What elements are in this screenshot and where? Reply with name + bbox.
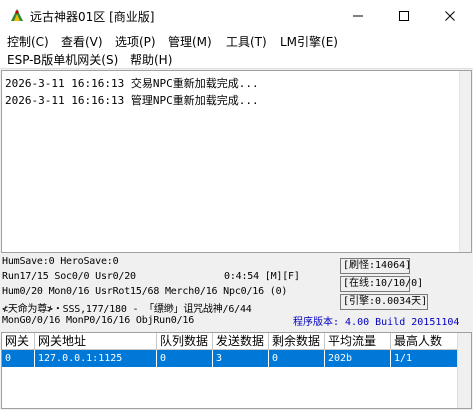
table-cell: 202b: [325, 350, 391, 367]
uptime-text: 0:4:54 [M][F]: [224, 271, 300, 282]
table-cell: 0: [157, 350, 213, 367]
menu-manage[interactable]: 管理(M): [168, 33, 212, 51]
save-stats: HumSave:0 HeroSave:0: [2, 256, 119, 267]
minimize-button[interactable]: [335, 0, 381, 31]
log-line: 2026-3-11 16:16:13 交易NPC重新加载完成...: [5, 77, 259, 90]
column-header[interactable]: 队列数据: [157, 333, 213, 350]
engine-time-box: [引擎:0.0034天]: [340, 294, 428, 310]
column-header[interactable]: 剩余数据: [269, 333, 325, 350]
monster-gen-stats: MonG0/0/16 MonP0/16/16 ObjRun0/16: [2, 315, 195, 326]
close-button[interactable]: [427, 0, 473, 31]
table-cell: 0: [269, 350, 325, 367]
menu-esp-gateway[interactable]: ESP-B版单机网关(S): [7, 51, 118, 69]
online-count-box: [在线:10/10/0]: [340, 276, 423, 292]
menu-tools[interactable]: 工具(T): [226, 33, 267, 51]
maximize-icon: [399, 10, 409, 21]
menu-lm-engine[interactable]: LM引擎(E): [280, 33, 338, 51]
table-cell: 127.0.0.1:1125: [35, 350, 157, 367]
column-header[interactable]: 发送数据: [213, 333, 269, 350]
menu-view[interactable]: 查看(V): [61, 33, 103, 51]
close-icon: [445, 10, 455, 21]
column-header[interactable]: 平均流量: [325, 333, 391, 350]
menu-control[interactable]: 控制(C): [7, 33, 49, 51]
gateway-table[interactable]: 网关 网关地址 队列数据 发送数据 剩余数据 平均流量 最高人数 0 127.0…: [1, 332, 472, 409]
menu-bar: 控制(C) 查看(V) 选项(P) 管理(M) 工具(T) LM引擎(E) ES…: [0, 31, 473, 69]
column-header[interactable]: 网关地址: [35, 333, 157, 350]
run-stats: Run17/15 Soc0/0 Usr0/20: [2, 271, 136, 282]
log-panel[interactable]: 2026-3-11 16:16:13 交易NPC重新加载完成... 2026-3…: [1, 70, 472, 253]
table-scrollbar[interactable]: [457, 333, 471, 408]
title-bar[interactable]: 远古神器01区 [商业版]: [0, 0, 473, 31]
monster-count-box: [刷怪:14064]: [340, 258, 411, 274]
menu-help[interactable]: 帮助(H): [130, 51, 172, 69]
app-logo-icon: [11, 9, 23, 21]
log-scrollbar[interactable]: [459, 71, 471, 252]
table-cell: 0: [2, 350, 35, 367]
maximize-button[interactable]: [381, 0, 427, 31]
window-title: 远古神器01区 [商业版]: [30, 10, 155, 24]
menu-options[interactable]: 选项(P): [115, 33, 156, 51]
column-header[interactable]: 最高人数: [391, 333, 459, 350]
human-monster-stats: Hum0/20 Mon0/16 UsrRot15/68 Merch0/16 Np…: [2, 286, 288, 297]
log-line: 2026-3-11 16:16:13 管理NPC重新加载完成...: [5, 94, 259, 107]
column-header[interactable]: 网关: [2, 333, 35, 350]
table-cell: 1/1: [391, 350, 459, 367]
table-cell: 3: [213, 350, 269, 367]
minimize-icon: [353, 15, 363, 16]
top-player-text: ≮天命为尊≯・SSS,177/180 - 「缥缈」诅咒战神/6/44: [2, 304, 252, 315]
version-text: 程序版本: 4.00 Build 20151104: [293, 317, 460, 328]
